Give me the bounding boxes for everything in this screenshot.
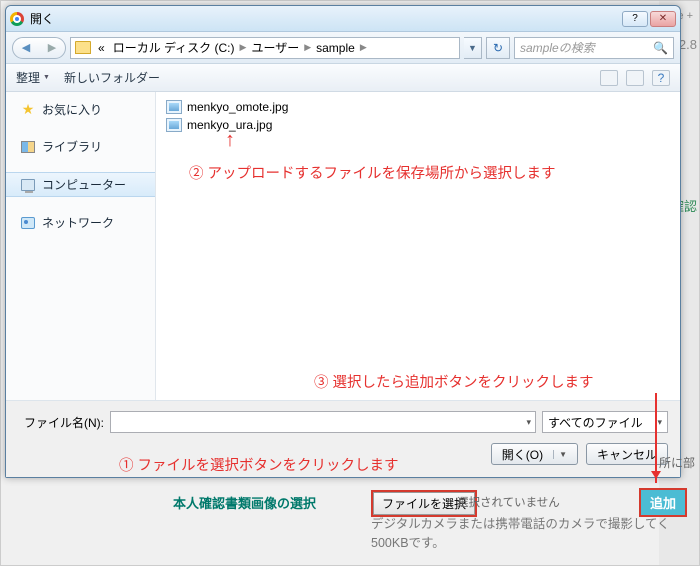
chrome-icon bbox=[10, 12, 24, 26]
breadcrumb-item[interactable]: ユーザー bbox=[248, 39, 302, 56]
help-button[interactable]: ? bbox=[622, 11, 648, 27]
open-label: 開く(O) bbox=[502, 446, 543, 463]
partial-text: 所に部 bbox=[659, 454, 695, 471]
nav-computer[interactable]: コンピューター bbox=[6, 172, 155, 197]
nav-label: コンピューター bbox=[42, 176, 126, 193]
arrow-up-icon: ↑ bbox=[225, 129, 235, 152]
file-status-text: 選択されていません bbox=[457, 494, 560, 510]
forward-icon: ▶ bbox=[48, 41, 56, 54]
filename-label: ファイル名(N): bbox=[18, 414, 104, 431]
nav-network[interactable]: ネットワーク bbox=[6, 211, 155, 234]
breadcrumb-path[interactable]: « ローカル ディスク (C:) ▶ ユーザー ▶ sample ▶ bbox=[70, 37, 460, 59]
add-button[interactable]: 追加 bbox=[639, 488, 687, 517]
dialog-title: 開く bbox=[30, 10, 622, 27]
filter-label: すべてのファイル bbox=[548, 414, 643, 431]
nav-libraries[interactable]: ライブラリ bbox=[6, 135, 155, 158]
chevron-right-icon[interactable]: ▶ bbox=[360, 42, 367, 53]
filename-input[interactable]: ▾ bbox=[110, 411, 536, 433]
help-icon[interactable]: ? bbox=[652, 70, 670, 86]
desc-line: デジタルカメラまたは携帯電話のカメラで撮影してく bbox=[371, 517, 670, 531]
breadcrumb-item[interactable]: ローカル ディスク (C:) bbox=[110, 39, 238, 56]
nav-favorites[interactable]: ★ お気に入り bbox=[6, 98, 155, 121]
title-bar[interactable]: 開く ? ✕ bbox=[6, 6, 680, 32]
open-file-dialog: 開く ? ✕ ◀ ▶ « ローカル ディスク (C:) ▶ ユーザー ▶ sam… bbox=[5, 5, 681, 478]
nav-back-forward[interactable]: ◀ ▶ bbox=[12, 37, 66, 59]
search-placeholder: sampleの検索 bbox=[520, 39, 595, 56]
chevron-down-icon: ▾ bbox=[657, 417, 662, 428]
address-bar: ◀ ▶ « ローカル ディスク (C:) ▶ ユーザー ▶ sample ▶ ▼… bbox=[6, 32, 680, 64]
arrow-down-icon bbox=[655, 393, 657, 483]
nav-label: ネットワーク bbox=[42, 214, 114, 231]
refresh-button[interactable]: ↻ bbox=[486, 37, 510, 59]
cancel-label: キャンセル bbox=[597, 446, 657, 463]
chevron-right-icon[interactable]: ▶ bbox=[304, 42, 311, 53]
annotation-step2: ② アップロードするファイルを保存場所から選択します bbox=[189, 162, 556, 183]
image-file-icon bbox=[166, 118, 182, 132]
chevron-right-icon[interactable]: ▶ bbox=[240, 42, 247, 53]
file-item[interactable]: menkyo_omote.jpg bbox=[166, 98, 670, 116]
close-button[interactable]: ✕ bbox=[650, 11, 676, 27]
navigation-pane: ★ お気に入り ライブラリ コンピューター ネットワーク bbox=[6, 92, 156, 400]
library-icon bbox=[20, 139, 36, 155]
desc-line: 500KBです。 bbox=[371, 536, 445, 550]
folder-icon bbox=[75, 41, 91, 54]
file-name: menkyo_omote.jpg bbox=[187, 100, 288, 114]
new-folder-label: 新しいフォルダー bbox=[64, 69, 160, 86]
new-folder-button[interactable]: 新しいフォルダー bbox=[64, 69, 160, 86]
chevron-down-icon: ▼ bbox=[43, 74, 50, 81]
organize-label: 整理 bbox=[16, 69, 40, 86]
view-options-icon[interactable] bbox=[600, 70, 618, 86]
nav-label: ライブラリ bbox=[42, 138, 102, 155]
breadcrumb-item[interactable]: sample bbox=[313, 41, 358, 55]
search-input[interactable]: sampleの検索 🔍 bbox=[514, 37, 674, 59]
file-type-filter[interactable]: すべてのファイル ▾ bbox=[542, 411, 668, 433]
section-label: 本人確認書類画像の選択 bbox=[173, 493, 316, 512]
search-icon[interactable]: 🔍 bbox=[653, 41, 668, 55]
computer-icon bbox=[20, 177, 36, 193]
nav-label: お気に入り bbox=[42, 101, 102, 118]
annotation-step1: ① ファイルを選択ボタンをクリックします bbox=[119, 454, 399, 475]
open-split-icon[interactable]: ▼ bbox=[553, 450, 567, 459]
star-icon: ★ bbox=[20, 102, 36, 118]
description-text: デジタルカメラまたは携帯電話のカメラで撮影してく 500KBです。 bbox=[371, 515, 695, 553]
toolbar: 整理 ▼ 新しいフォルダー ? bbox=[6, 64, 680, 92]
file-item[interactable]: menkyo_ura.jpg bbox=[166, 116, 670, 134]
breadcrumb-prefix: « bbox=[95, 41, 108, 55]
network-icon bbox=[20, 215, 36, 231]
open-button[interactable]: 開く(O) ▼ bbox=[491, 443, 578, 465]
preview-pane-icon[interactable] bbox=[626, 70, 644, 86]
back-icon[interactable]: ◀ bbox=[22, 41, 30, 54]
path-dropdown[interactable]: ▼ bbox=[464, 37, 482, 59]
annotation-step3: ③ 選択したら追加ボタンをクリックします bbox=[314, 371, 594, 392]
image-file-icon bbox=[166, 100, 182, 114]
organize-menu[interactable]: 整理 ▼ bbox=[16, 69, 50, 86]
